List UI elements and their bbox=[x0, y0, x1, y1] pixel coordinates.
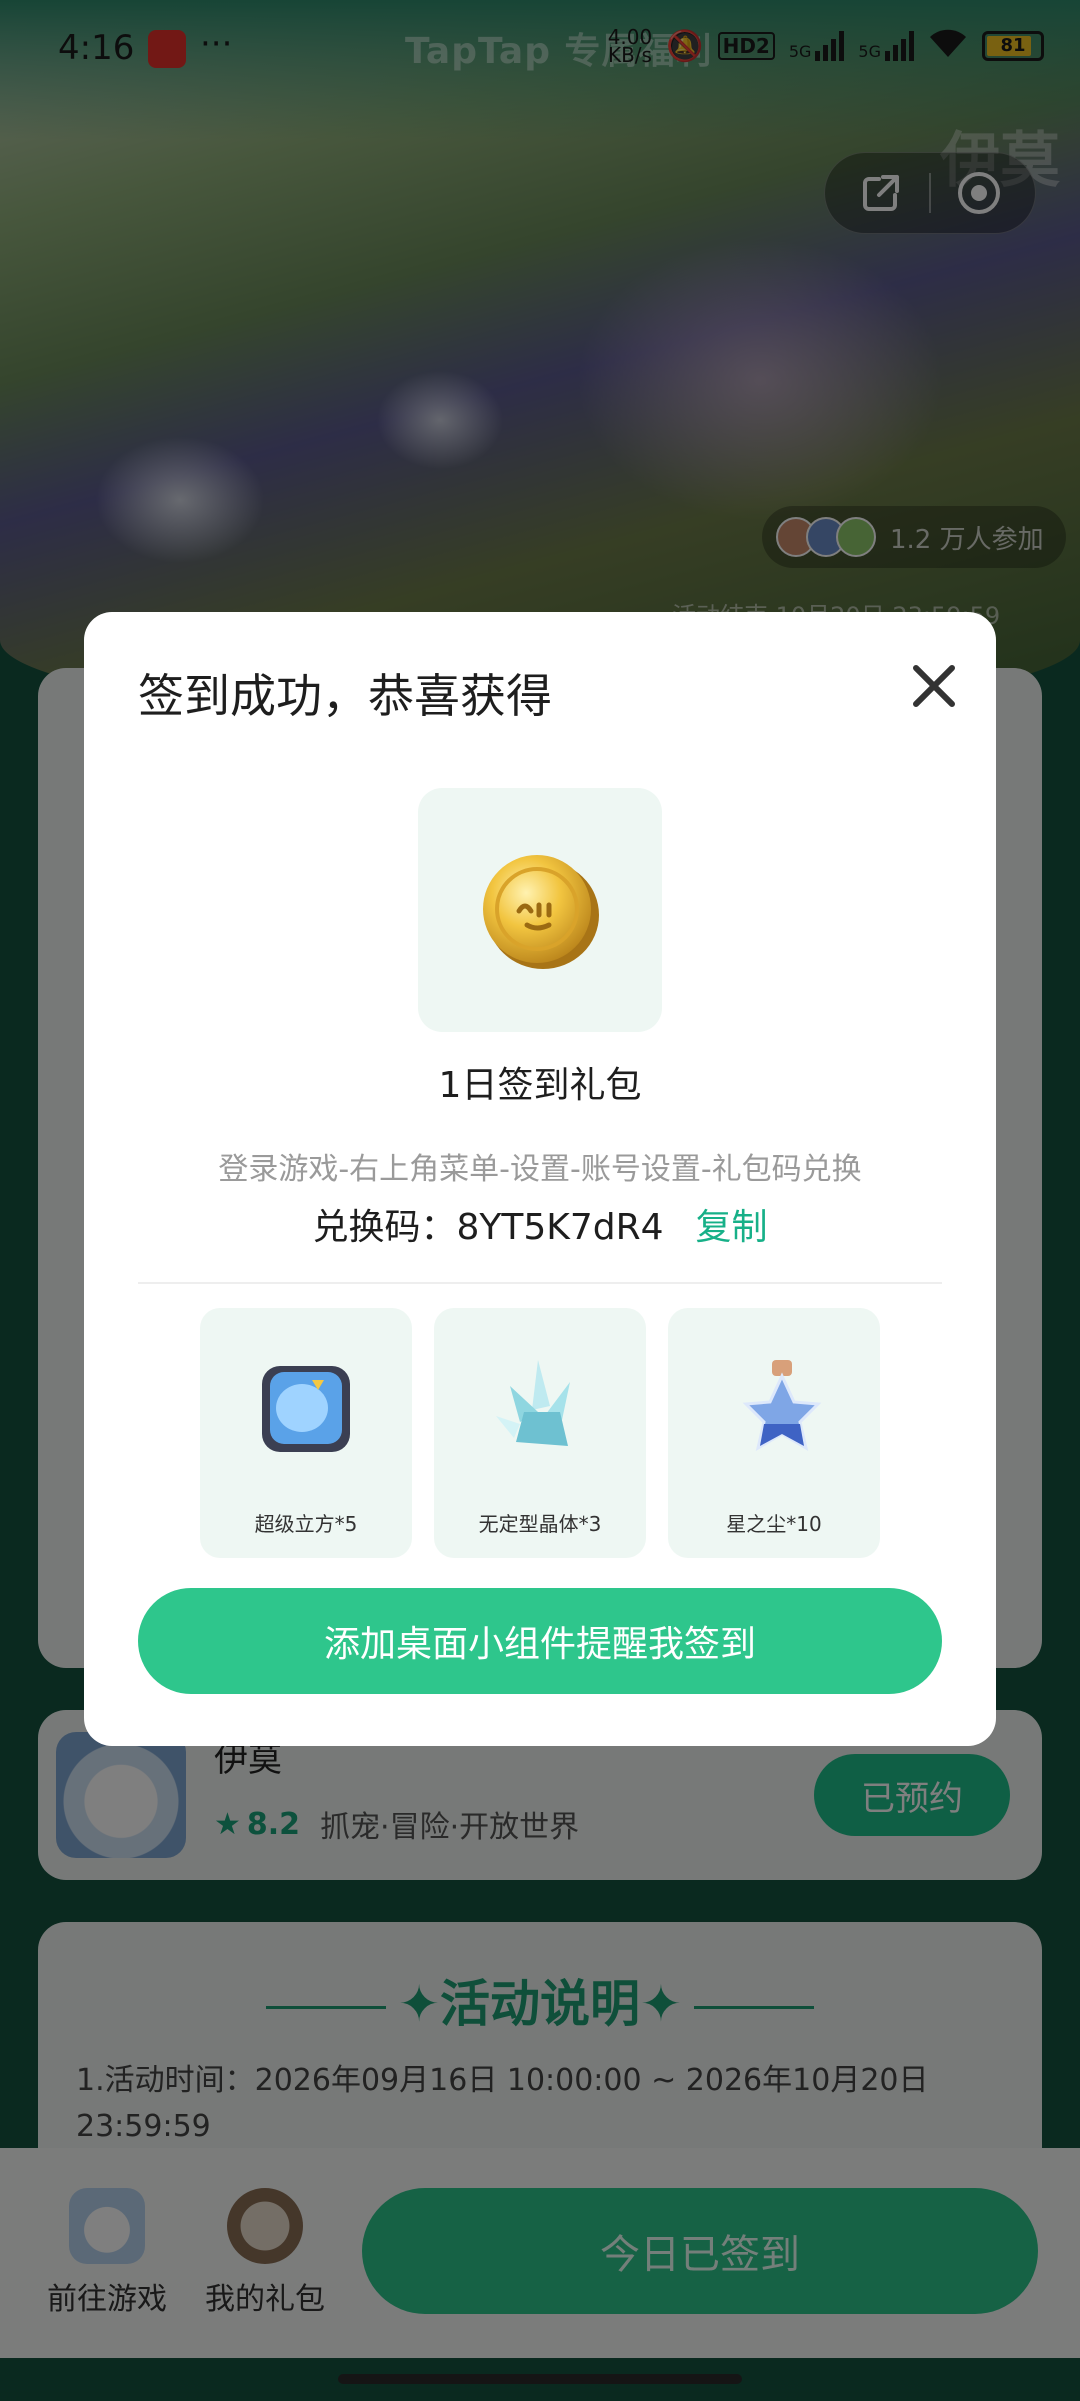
reward-item-label: 超级立方*5 bbox=[254, 1512, 358, 1536]
reward-item: 星之尘*10 bbox=[668, 1308, 880, 1558]
reward-item-label: 无定型晶体*3 bbox=[478, 1512, 602, 1536]
copy-button[interactable]: 复制 bbox=[696, 1207, 768, 1248]
dialog-title: 签到成功，恭喜获得 bbox=[138, 669, 552, 723]
reward-item: 超级立方*5 bbox=[200, 1308, 412, 1558]
redeem-instructions: 登录游戏-右上角菜单-设置-账号设置-礼包码兑换 bbox=[218, 1152, 862, 1187]
reward-items: 超级立方*5 无定型晶体*3 星之尘*10 bbox=[200, 1308, 880, 1558]
reward-name: 1日签到礼包 bbox=[438, 1065, 642, 1106]
stardust-bottle-icon bbox=[742, 1360, 822, 1452]
crystal-icon bbox=[496, 1360, 570, 1446]
reward-image-box bbox=[418, 788, 662, 1032]
reward-item-label: 星之尘*10 bbox=[726, 1512, 822, 1536]
checkin-success-dialog: 签到成功，恭喜获得 1日签到礼包 登录游戏-右上角菜单-设置-账号设置-礼包码兑… bbox=[84, 612, 996, 1746]
add-widget-reminder-button[interactable]: 添加桌面小组件提醒我签到 bbox=[138, 1588, 942, 1694]
super-cube-icon bbox=[262, 1366, 350, 1452]
reward-item: 无定型晶体*3 bbox=[434, 1308, 646, 1558]
redeem-code: 兑换码：8YT5K7dR4 bbox=[312, 1207, 664, 1248]
gold-coin-icon bbox=[483, 855, 599, 969]
redeem-code-row: 兑换码：8YT5K7dR4 复制 bbox=[84, 1198, 996, 1250]
close-icon[interactable] bbox=[906, 658, 962, 714]
divider bbox=[138, 1282, 942, 1284]
